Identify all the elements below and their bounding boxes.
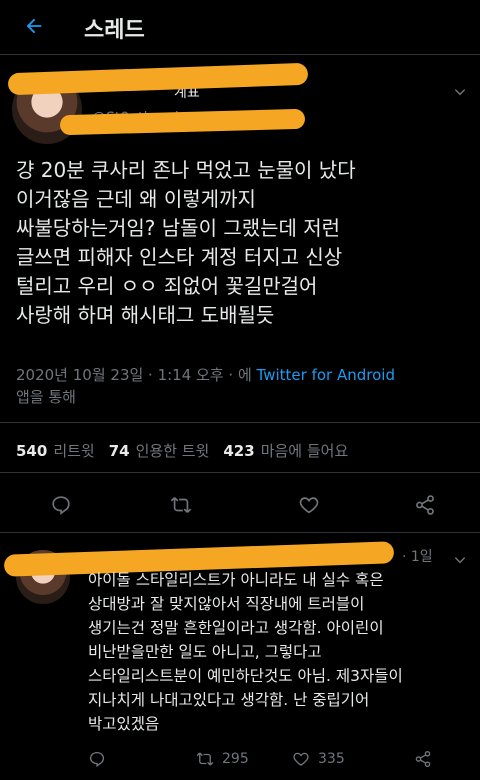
divider [0,422,480,423]
like-button[interactable] [292,488,326,522]
tweet-source-link[interactable]: Twitter for Android [257,366,395,384]
tweet-more-button[interactable] [448,80,472,104]
share-button[interactable] [408,488,442,522]
redaction-mark [7,62,309,96]
reply-like-count: 335 [318,751,345,767]
retweets-count: 540 [16,442,48,460]
tweet-line: 이거잖음 근데 왜 이렇게까지 [16,187,256,211]
reply-line: 비난받을만한 일도 아니고, 그렇다고 [88,643,322,661]
reply-line: 지나치게 나대고있다고 생각함. 난 중립기어 [88,691,370,709]
tweet-line: 사랑해 하며 해시태그 도배될듯 [16,303,275,327]
tweet-line: 걍 20분 쿠사리 존나 먹었고 눈물이 났다 [16,158,356,182]
quotes-count: 74 [108,442,130,460]
reply-text: 아이돌 스타일리스트가 아니라도 내 실수 혹은 상대방과 잘 맞지않아서 직장… [88,568,458,736]
tweet-action-bar [0,488,480,522]
reply-line: 스타일리스트분이 예민하단것도 아님. 제3자들이 [88,667,403,685]
chevron-down-icon [454,89,466,96]
reply-line: 상대방과 잘 맞지않아서 직장내에 트러블이 [88,595,365,613]
like-icon [299,497,319,514]
tweet-meta: 2020년 10월 23일 · 1:14 오후 · 에 Twitter for … [16,364,466,408]
reply-line: 아이돌 스타일리스트가 아니라도 내 실수 혹은 [88,571,384,589]
tweet-line: 싸불당하는거임? 남돌이 그랬는데 저런 [16,216,341,240]
reply-button[interactable] [44,488,78,522]
like-icon [293,752,309,766]
likes-label: 마음에 들어요 [260,442,349,460]
back-button[interactable] [18,10,50,42]
reply-action-bar: 295 335 [88,750,468,772]
tweet-text: 걍 20분 쿠사리 존나 먹었고 눈물이 났다 이거잖음 근데 왜 이렇게까지 … [16,156,466,330]
likes-stat[interactable]: 423 마음에 들어요 [223,440,348,461]
reply-retweet-count: 295 [222,751,249,767]
share-icon [416,495,434,515]
tweet-date: 2020년 10월 23일 · 1:14 오후 · 에 [16,366,252,384]
quotes-label: 인용한 트윗 [135,442,210,460]
tweet-line: 글쓰면 피해자 인스타 계정 터지고 신상 [16,245,343,269]
divider [0,472,480,473]
top-app-bar [0,0,480,55]
reply-line: 박고있겠음 [88,715,160,733]
reply-retweet-button[interactable]: 295 [196,750,249,768]
retweet-button[interactable] [164,488,198,522]
likes-count: 423 [223,442,255,460]
divider [0,532,480,533]
reply-icon [89,751,105,768]
share-icon [415,750,431,768]
tweet-line: 털리고 우리 ㅇㅇ 죄없어 꽃길만걸어 [16,274,318,298]
reply-share-button[interactable] [414,750,432,768]
back-arrow-icon [26,18,42,34]
reply-time: · 1일 [402,549,433,565]
page-title: 스레드 [84,18,145,43]
retweet-icon [196,752,214,766]
chevron-down-icon [454,557,466,564]
reply-like-button[interactable]: 335 [292,750,345,768]
reply-line: 생기는건 정말 흔한일이라고 생각함. 아이린이 [88,619,384,637]
tweet-stats: 540 리트윗 74 인용한 트윗 423 마음에 들어요 [16,440,348,461]
reply-icon [52,496,70,515]
retweets-label: 리트윗 [53,442,95,460]
reply-reply-button[interactable] [88,750,106,768]
quotes-stat[interactable]: 74 인용한 트윗 [109,440,210,461]
retweets-stat[interactable]: 540 리트윗 [16,440,95,461]
tweet-via: 앱을 통해 [16,388,76,406]
retweet-icon [170,497,192,513]
